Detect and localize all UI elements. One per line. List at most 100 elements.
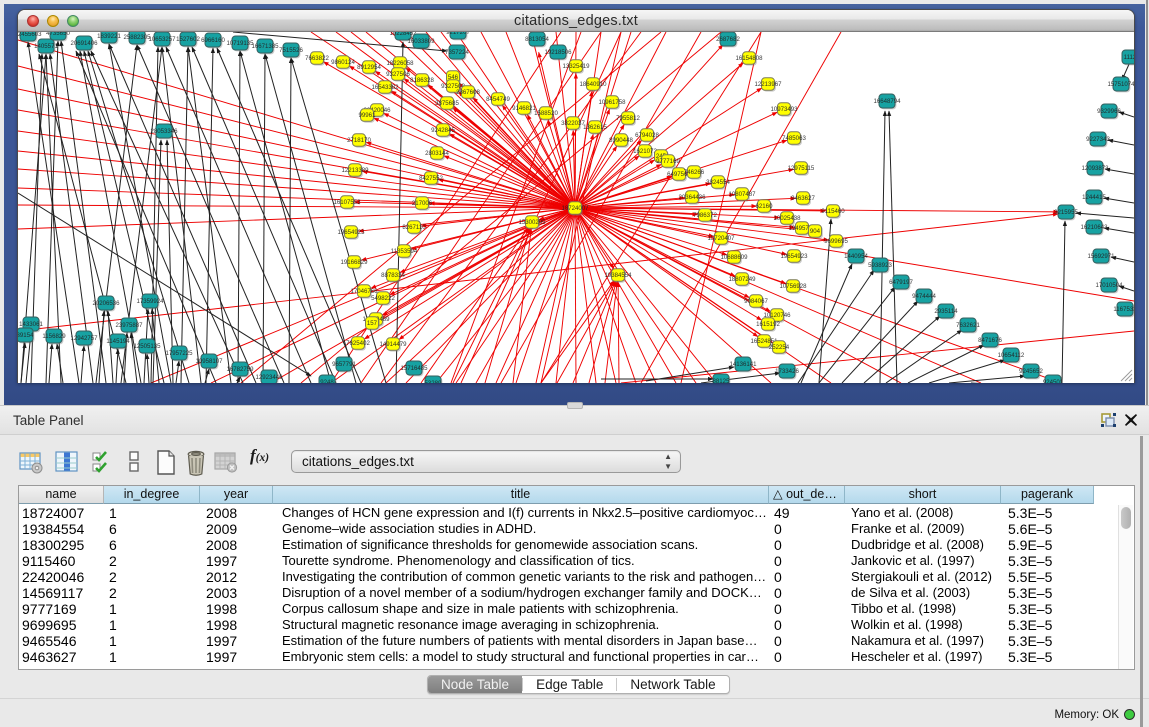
svg-text:9657791: 9657791 (332, 361, 356, 368)
svg-text:18226058: 18226058 (386, 60, 414, 67)
svg-text:746266: 746266 (684, 169, 705, 176)
svg-text:18807249: 18807249 (728, 276, 756, 283)
svg-text:2867608: 2867608 (456, 89, 480, 96)
svg-text:10958107: 10958107 (195, 358, 223, 365)
svg-text:10654112: 10654112 (998, 352, 1025, 359)
svg-text:12213389: 12213389 (341, 167, 369, 174)
svg-text:12923446: 12923446 (255, 374, 283, 381)
svg-text:1405571: 1405571 (34, 43, 58, 50)
svg-text:7515526: 7515526 (279, 47, 303, 54)
svg-text:12942757: 12942757 (70, 335, 98, 342)
svg-text:904: 904 (810, 228, 821, 235)
svg-text:7485063: 7485063 (782, 135, 806, 142)
svg-text:15716485: 15716485 (400, 365, 428, 372)
svg-text:1156829: 1156829 (42, 333, 66, 340)
svg-text:16671385: 16671385 (251, 43, 279, 50)
svg-text:9329966: 9329966 (1097, 108, 1121, 115)
svg-text:22455603: 22455603 (18, 32, 42, 38)
svg-text:12505135: 12505135 (133, 343, 161, 350)
svg-text:8878334: 8878334 (381, 272, 405, 279)
svg-text:1112: 1112 (1124, 54, 1134, 61)
svg-text:39154: 39154 (18, 332, 34, 339)
svg-text:14914479: 14914479 (379, 341, 407, 348)
svg-text:3822037: 3822037 (561, 120, 585, 127)
svg-text:12093873: 12093873 (1081, 165, 1109, 172)
svg-text:10807487: 10807487 (728, 191, 756, 198)
svg-text:8186328: 8186328 (410, 77, 434, 84)
svg-text:6479197: 6479197 (889, 279, 913, 286)
svg-text:20691406: 20691406 (70, 40, 98, 47)
svg-text:7632621: 7632621 (956, 322, 980, 329)
svg-text:5498222: 5498222 (371, 295, 395, 302)
svg-text:18724007: 18724007 (561, 205, 589, 212)
svg-text:16648794: 16648794 (873, 98, 901, 105)
svg-text:13325419: 13325419 (562, 63, 590, 70)
svg-text:10688609: 10688609 (720, 254, 748, 261)
svg-text:19384554: 19384554 (604, 272, 632, 279)
svg-text:8454749: 8454749 (486, 96, 510, 103)
svg-text:5938923: 5938923 (868, 262, 892, 269)
svg-text:19654923: 19654923 (337, 229, 365, 236)
svg-text:252254: 252254 (769, 344, 790, 351)
svg-text:1527602: 1527602 (176, 36, 200, 43)
svg-text:3875685: 3875685 (435, 100, 459, 107)
svg-text:17046766: 17046766 (350, 288, 378, 295)
svg-text:23975887: 23975887 (115, 322, 143, 329)
svg-text:8267110: 8267110 (402, 224, 426, 231)
svg-text:217006: 217006 (412, 200, 433, 207)
svg-text:9084067: 9084067 (744, 298, 768, 305)
svg-text:10025438: 10025438 (773, 215, 801, 222)
svg-text:19218506: 19218506 (544, 49, 572, 56)
svg-text:17957225: 17957225 (165, 350, 193, 357)
svg-text:99961: 99961 (359, 112, 377, 119)
svg-text:88125: 88125 (713, 378, 731, 383)
svg-text:10719135: 10719135 (226, 40, 254, 47)
svg-text:9327506: 9327506 (386, 71, 410, 78)
svg-text:15751074: 15751074 (1107, 81, 1134, 88)
svg-text:7986372: 7986372 (693, 212, 717, 219)
svg-text:6794028: 6794028 (635, 132, 659, 139)
svg-text:10653257: 10653257 (148, 36, 176, 43)
svg-text:9777169: 9777169 (656, 158, 680, 165)
svg-text:28053346: 28053346 (150, 128, 178, 135)
svg-text:2687682: 2687682 (716, 36, 740, 43)
svg-text:8912954: 8912954 (357, 64, 381, 71)
svg-text:9699695: 9699695 (824, 238, 848, 245)
svg-text:924501: 924501 (1043, 379, 1064, 383)
svg-text:9115460: 9115460 (821, 208, 845, 215)
svg-text:20206536: 20206536 (92, 300, 120, 307)
svg-text:20364436: 20364436 (678, 194, 706, 201)
svg-text:8990448: 8990448 (609, 137, 633, 144)
svg-text:9217207: 9217207 (446, 32, 470, 36)
svg-text:8427552: 8427552 (419, 175, 443, 182)
svg-text:7625402: 7625402 (346, 340, 370, 347)
svg-text:3824554: 3824554 (706, 179, 730, 186)
svg-text:10973493: 10973493 (770, 106, 798, 113)
svg-text:1362615: 1362615 (583, 124, 607, 131)
svg-text:7955812: 7955812 (616, 115, 640, 122)
svg-text:2803144: 2803144 (425, 150, 449, 157)
svg-text:6966160: 6966160 (201, 37, 225, 44)
svg-text:16782759: 16782759 (226, 366, 254, 373)
svg-text:1588520: 1588520 (534, 110, 558, 117)
svg-text:19166829: 19166829 (340, 259, 368, 266)
svg-text:1615192: 1615192 (756, 321, 780, 328)
svg-text:16543382: 16543382 (371, 84, 399, 91)
svg-text:16210643: 16210643 (1080, 224, 1108, 231)
svg-text:53289: 53289 (425, 380, 443, 383)
svg-text:12975115: 12975115 (788, 165, 815, 172)
svg-text:157: 157 (367, 320, 378, 327)
svg-text:7357224: 7357224 (445, 49, 469, 56)
svg-text:14136141: 14136141 (729, 361, 757, 368)
svg-text:25882305: 25882305 (123, 34, 151, 41)
svg-text:10756928: 10756928 (779, 283, 807, 290)
svg-text:9860124: 9860124 (331, 59, 355, 66)
svg-text:8813054: 8813054 (525, 36, 549, 43)
svg-text:7663822: 7663822 (305, 55, 329, 62)
svg-text:16154808: 16154808 (735, 55, 763, 62)
svg-text:18640910: 18640910 (579, 81, 607, 88)
svg-text:9242845: 9242845 (431, 127, 455, 134)
svg-text:1621072: 1621072 (633, 148, 657, 155)
svg-text:19654923: 19654923 (780, 253, 808, 260)
svg-text:9248: 9248 (320, 379, 334, 383)
